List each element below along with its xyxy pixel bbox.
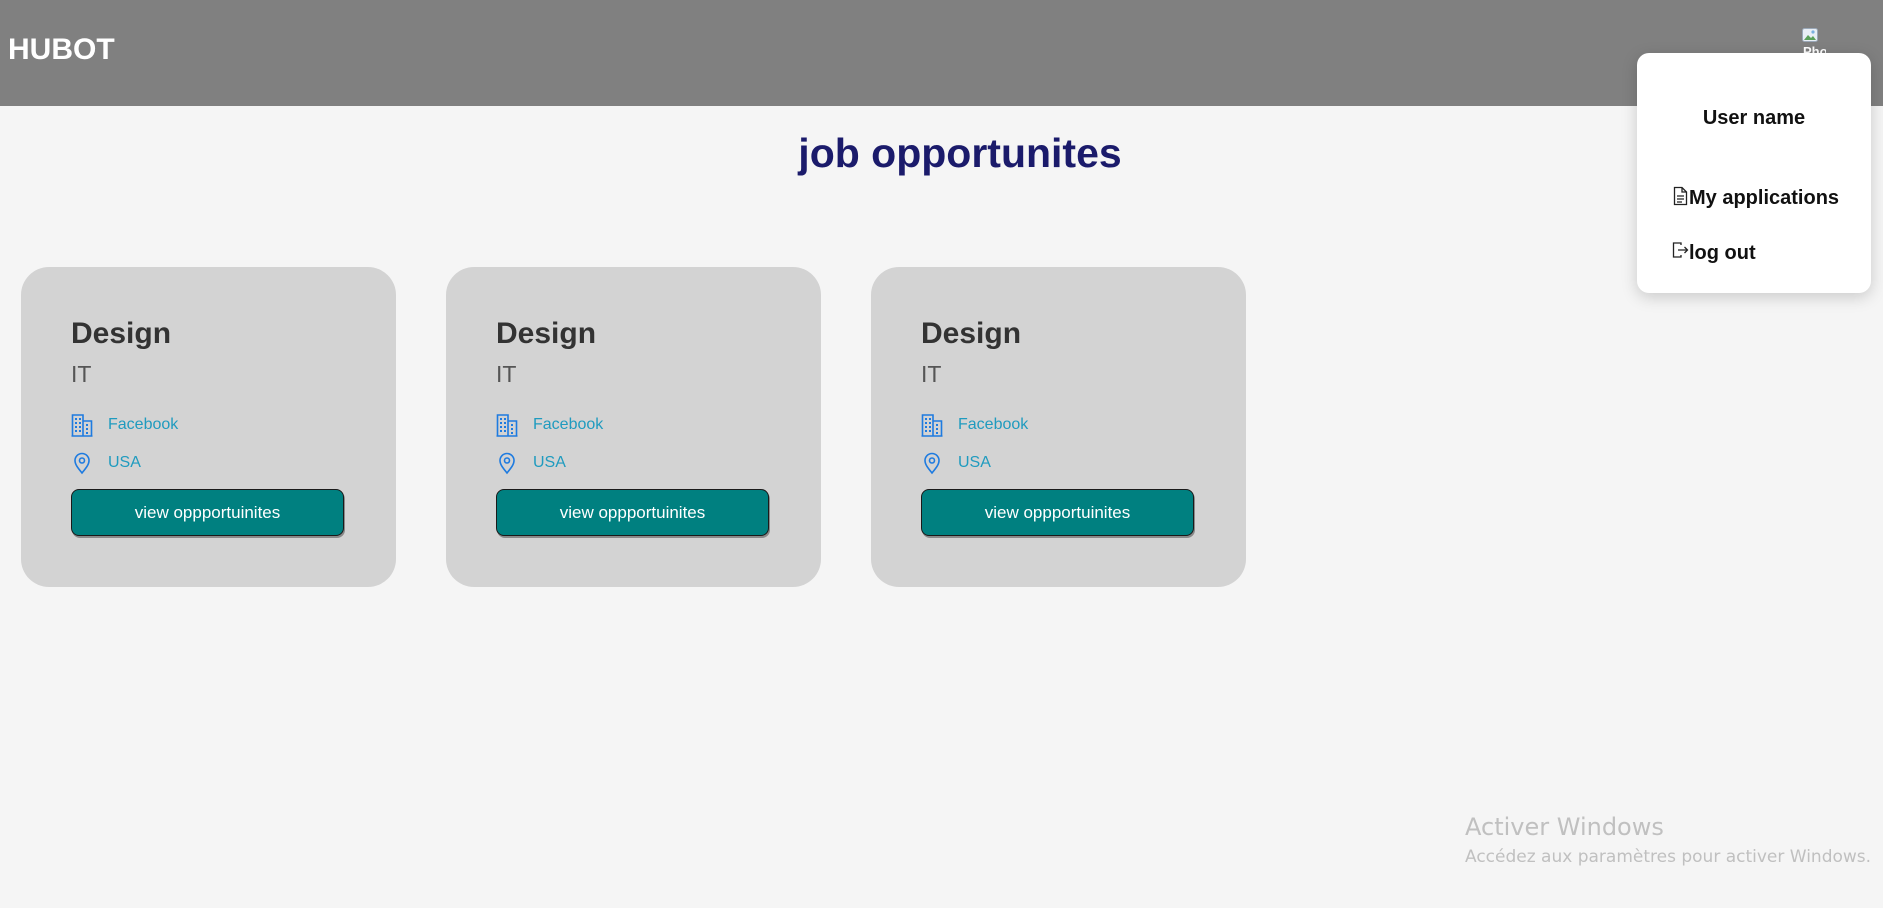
logout-menu-item[interactable]: log out [1672,241,1756,265]
job-department: IT [921,361,942,387]
windows-activation-watermark: Activer Windows Accédez aux paramètres p… [1465,813,1871,867]
user-dropdown-menu: User name My applications log out [1637,53,1871,293]
location-name: USA [958,454,991,471]
company-row: Facebook [496,413,603,437]
job-title: Design [496,317,597,350]
job-title: Design [921,317,1022,350]
location-row: USA [71,451,141,475]
location-pin-icon [499,452,515,475]
page: HUBOT Phot job opportunites Design IT [0,0,1883,908]
view-opportunities-button[interactable]: view oppportuinites [71,489,344,536]
my-applications-menu-item[interactable]: My applications [1672,186,1840,210]
my-applications-label: My applications [1689,187,1840,209]
location-row: USA [921,451,991,475]
user-name: User name [1702,107,1806,129]
page-title: job opportunites [798,130,1122,176]
job-department: IT [71,361,92,387]
job-department: IT [496,361,517,387]
job-title: Design [71,317,172,350]
job-card: Design IT Facebook USA view oppportuinit… [871,267,1246,587]
job-card: Design IT Facebook USA view oppportuinit… [21,267,396,587]
company-name: Facebook [533,416,604,433]
job-card-list: Design IT Facebook USA view oppportuinit… [21,267,1246,587]
building-icon [71,414,93,437]
view-opportunities-button[interactable]: view oppportuinites [496,489,769,536]
company-row: Facebook [921,413,1028,437]
company-row: Facebook [71,413,178,437]
logout-label: log out [1689,242,1756,264]
header-bar: HUBOT Phot [0,0,1883,106]
watermark-subtitle: Accédez aux paramètres pour activer Wind… [1465,847,1872,867]
broken-image-icon [1802,28,1818,42]
avatar[interactable]: Phot [1800,26,1826,54]
company-name: Facebook [108,416,179,433]
building-icon [921,414,943,437]
building-icon [496,414,518,437]
location-pin-icon [924,452,940,475]
document-icon [1673,186,1688,205]
location-row: USA [496,451,566,475]
company-name: Facebook [958,416,1029,433]
brand-logo[interactable]: HUBOT [8,33,115,67]
watermark-title: Activer Windows [1465,813,1664,841]
location-pin-icon [74,452,90,475]
job-card: Design IT Facebook USA view oppportuinit… [446,267,821,587]
location-name: USA [108,454,141,471]
location-name: USA [533,454,566,471]
view-opportunities-button[interactable]: view oppportuinites [921,489,1194,536]
logout-icon [1672,241,1689,258]
